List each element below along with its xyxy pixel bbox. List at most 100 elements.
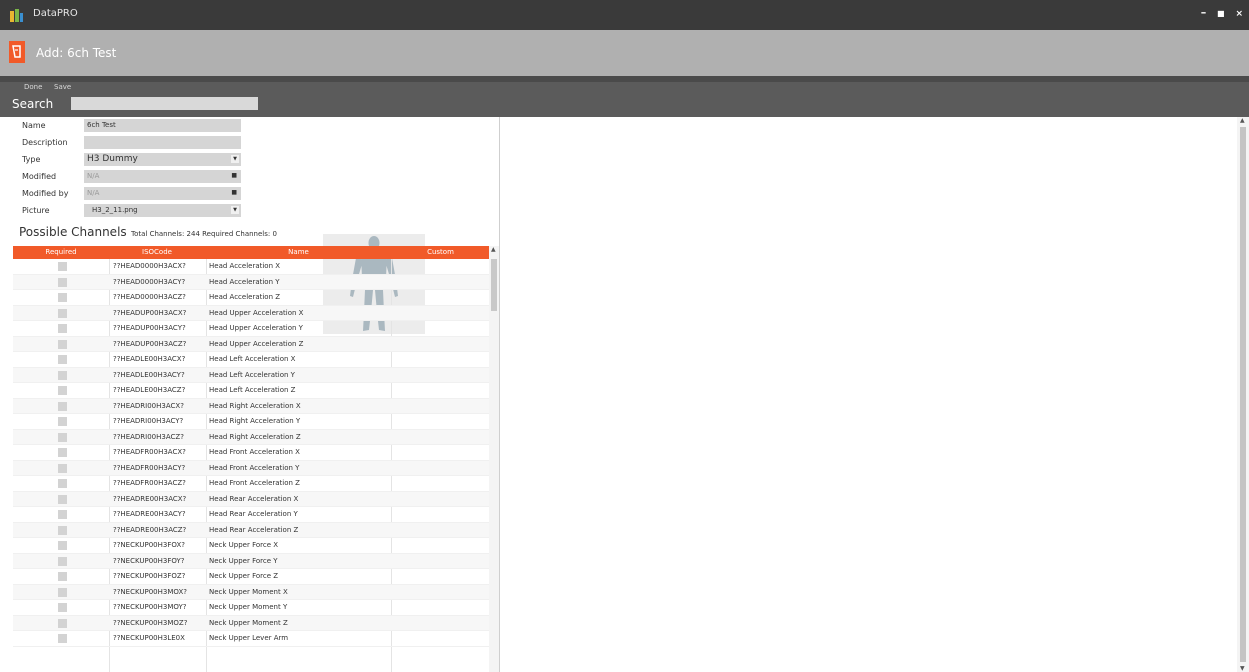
required-checkbox[interactable] [58,525,67,535]
grid-scrollbar-thumb[interactable] [491,259,497,311]
channel-stats: Total Channels: 244 Required Channels: 0 [131,230,277,238]
required-checkbox[interactable] [58,355,67,364]
table-row[interactable]: ??HEADFR00H3ACZ? Head Front Acceleration … [13,476,489,492]
table-row[interactable]: ??HEADUP00H3ACX? Head Upper Acceleration … [13,305,489,321]
type-select[interactable]: H3 Dummy ▼ [84,153,241,166]
table-row[interactable]: ??NECKUP00H3LE0X Neck Upper Lever Arm [13,631,489,647]
required-checkbox[interactable] [58,308,67,318]
channel-name-cell: Neck Upper Force X [209,541,279,549]
table-row[interactable]: ??HEADRI00H3ACX? Head Right Acceleration … [13,398,489,414]
table-row[interactable]: ??HEAD0000H3ACY? Head Acceleration Y [13,274,489,290]
table-row[interactable]: ??HEAD0000H3ACX? Head Acceleration X [13,259,489,275]
required-checkbox[interactable] [58,448,67,457]
table-row[interactable]: ??HEADRE00H3ACX? Head Rear Acceleration X [13,491,489,507]
window-title: DataPRO [33,8,78,19]
scroll-up-icon[interactable]: ▲ [1240,117,1245,124]
required-checkbox[interactable] [58,603,67,612]
required-checkbox[interactable] [58,463,67,473]
search-input[interactable] [71,97,258,110]
table-row[interactable]: ??HEADLE00H3ACY? Head Left Acceleration Y [13,367,489,383]
isocode-cell: ??HEAD0000H3ACZ? [113,293,186,301]
chevron-down-icon: ▼ [231,155,239,163]
table-row[interactable]: ??HEADRE00H3ACY? Head Rear Acceleration Y [13,507,489,523]
done-button[interactable]: Done [24,83,42,91]
isocode-cell: ??HEADUP00H3ACZ? [113,339,187,348]
modified-value: N/A [87,172,100,180]
channel-name-cell: Head Front Acceleration Y [209,463,300,472]
picture-value: H3_2_11.png [92,206,138,214]
description-field[interactable] [84,136,241,149]
required-checkbox[interactable] [58,277,67,287]
isocode-cell: ??HEAD0000H3ACX? [113,262,186,270]
lock-icon: ■ [231,189,237,196]
table-row[interactable]: ??HEADFR00H3ACY? Head Front Acceleration … [13,460,489,476]
channel-name-cell: Head Left Acceleration Y [209,370,295,379]
column-header-isocode[interactable]: ISOCode [109,248,205,256]
table-row[interactable]: ??HEADRI00H3ACY? Head Right Acceleration … [13,414,489,430]
channel-name-cell: Head Acceleration Y [209,277,280,286]
table-row[interactable]: ??HEAD0000H3ACZ? Head Acceleration Z [13,290,489,306]
table-row[interactable]: ??HEADFR00H3ACX? Head Front Acceleration … [13,445,489,461]
isocode-cell: ??HEADFR00H3ACX? [113,448,186,456]
scroll-up-icon[interactable]: ▲ [491,246,496,253]
channel-name-cell: Head Rear Acceleration X [209,494,299,503]
table-row[interactable]: ??NECKUP00H3FOX? Neck Upper Force X [13,538,489,554]
required-checkbox[interactable] [58,618,67,628]
required-checkbox[interactable] [58,262,67,271]
table-row[interactable]: ??NECKUP00H3MOX? Neck Upper Moment X [13,584,489,600]
channel-name-cell: Neck Upper Moment Y [209,603,288,611]
table-row[interactable]: ??NECKUP00H3MOZ? Neck Upper Moment Z [13,615,489,631]
table-row[interactable]: ??HEADUP00H3ACZ? Head Upper Acceleration … [13,336,489,352]
page-scrollbar-thumb[interactable] [1240,127,1246,662]
required-checkbox[interactable] [58,572,67,581]
isocode-cell: ??NECKUP00H3FOZ? [113,572,186,580]
maximize-button[interactable]: ■ [1217,9,1225,18]
required-checkbox[interactable] [58,417,67,426]
required-checkbox[interactable] [58,432,67,442]
table-row[interactable]: ??NECKUP00H3FOY? Neck Upper Force Y [13,553,489,569]
isocode-cell: ??HEADLE00H3ACY? [113,370,185,379]
column-header-required[interactable]: Required [13,248,109,256]
required-checkbox[interactable] [58,587,67,597]
channel-name-cell: Neck Upper Force Y [209,556,278,565]
toolbar: Done Save Search [0,82,1249,117]
required-checkbox[interactable] [58,494,67,504]
channel-name-cell: Head Acceleration X [209,262,281,270]
save-button[interactable]: Save [54,83,71,91]
table-row[interactable]: ??HEADLE00H3ACZ? Head Left Acceleration Z [13,383,489,399]
channel-name-cell: Neck Upper Moment X [209,587,288,596]
chevron-down-icon: ▼ [231,206,239,214]
table-row[interactable]: ??NECKUP00H3FOZ? Neck Upper Force Z [13,569,489,585]
required-checkbox[interactable] [58,541,67,550]
column-header-name[interactable]: Name [206,248,391,256]
page-scrollbar[interactable]: ▲ ▼ [1237,117,1249,672]
table-row[interactable]: ??HEADRI00H3ACZ? Head Right Acceleration … [13,429,489,445]
name-field[interactable]: 6ch Test [84,119,241,132]
table-row[interactable]: ??HEADRE00H3ACZ? Head Rear Acceleration Z [13,522,489,538]
isocode-cell: ??HEADRI00H3ACY? [113,417,184,425]
required-checkbox[interactable] [58,386,67,395]
required-checkbox[interactable] [58,339,67,349]
description-label: Description [22,138,68,147]
isocode-cell: ??HEADRE00H3ACZ? [113,525,187,534]
minimize-button[interactable]: – [1201,6,1207,19]
table-row[interactable]: ??NECKUP00H3MOY? Neck Upper Moment Y [13,600,489,616]
required-checkbox[interactable] [58,634,67,643]
required-checkbox[interactable] [58,293,67,302]
channel-name-cell: Head Left Acceleration Z [209,386,296,394]
table-row[interactable]: ??HEADUP00H3ACY? Head Upper Acceleration … [13,321,489,337]
required-checkbox[interactable] [58,479,67,488]
isocode-cell: ??NECKUP00H3MOZ? [113,618,188,627]
picture-select[interactable]: H3_2_11.png ▼ [84,204,241,217]
table-row[interactable]: ??HEADLE00H3ACX? Head Left Acceleration X [13,352,489,368]
required-checkbox[interactable] [58,556,67,566]
required-checkbox[interactable] [58,324,67,333]
column-header-custom[interactable]: Custom [392,248,489,256]
required-checkbox[interactable] [58,370,67,380]
close-button[interactable]: × [1235,9,1243,19]
grid-scrollbar[interactable]: ▲ [489,246,499,672]
isocode-cell: ??NECKUP00H3FOY? [113,556,185,565]
scroll-down-icon[interactable]: ▼ [1240,665,1245,672]
required-checkbox[interactable] [58,510,67,519]
required-checkbox[interactable] [58,401,67,411]
